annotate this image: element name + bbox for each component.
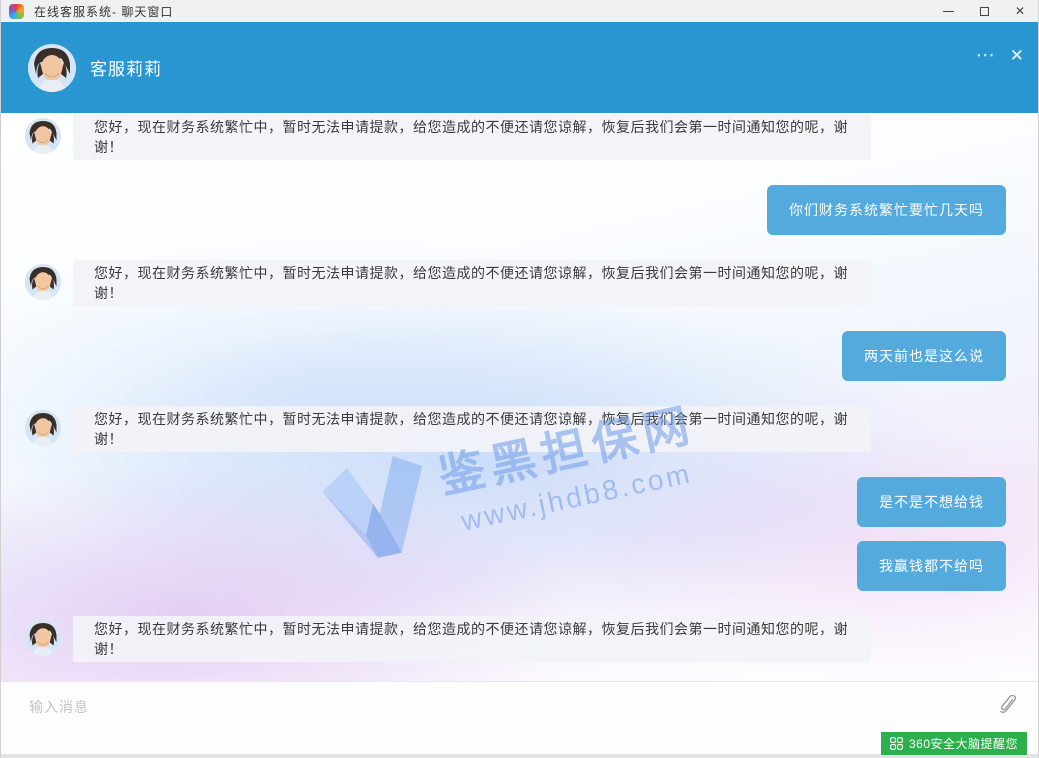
paperclip-icon[interactable] (999, 695, 1016, 720)
user-message-bubble: 两天前也是这么说 (842, 331, 1006, 381)
agent-message-avatar (25, 264, 61, 300)
maximize-icon (980, 7, 989, 16)
chat-header: 客服莉莉 ⋯ ✕ (1, 22, 1038, 113)
close-icon: ✕ (1015, 5, 1025, 17)
header-actions: ⋯ ✕ (976, 46, 1024, 65)
agent-message-avatar (25, 118, 61, 154)
app-pinwheel-icon (9, 4, 24, 19)
user-message-row: 两天前也是这么说 (1, 331, 1038, 381)
agent-message-avatar (25, 620, 61, 656)
close-chat-icon[interactable]: ✕ (1010, 47, 1024, 64)
user-message-row: 我赢钱都不给吗 (1, 541, 1038, 591)
message-input[interactable] (1, 682, 951, 742)
agent-message-avatar (25, 410, 61, 446)
titlebar: 在线客服系统- 聊天窗口 ✕ (1, 0, 1038, 22)
user-message-row: 你们财务系统繁忙要忙几天吗 (1, 185, 1038, 235)
security-toast-label: 360安全大脑提醒您 (909, 735, 1018, 752)
user-message-bubble: 你们财务系统繁忙要忙几天吗 (767, 185, 1006, 235)
agent-message-row: 您好，现在财务系统繁忙中，暂时无法申请提款，给您造成的不便还请您谅解，恢复后我们… (1, 616, 1038, 662)
chat-body[interactable]: 您好，现在财务系统繁忙中，暂时无法申请提款，给您造成的不便还请您谅解，恢复后我们… (1, 113, 1038, 681)
agent-message-row: 您好，现在财务系统繁忙中，暂时无法申请提款，给您造成的不便还请您谅解，恢复后我们… (1, 406, 1038, 452)
agent-message-bubble: 您好，现在财务系统繁忙中，暂时无法申请提款，给您造成的不便还请您谅解，恢复后我们… (73, 406, 871, 452)
close-window-button[interactable]: ✕ (1002, 0, 1038, 22)
agent-name: 客服莉莉 (90, 55, 162, 80)
window-title: 在线客服系统- 聊天窗口 (34, 3, 173, 20)
maximize-button[interactable] (966, 0, 1002, 22)
user-message-bubble: 我赢钱都不给吗 (857, 541, 1006, 591)
user-message-row: 是不是不想给钱 (1, 477, 1038, 527)
agent-message-bubble: 您好，现在财务系统繁忙中，暂时无法申请提款，给您造成的不便还请您谅解，恢复后我们… (73, 616, 871, 662)
agent-avatar (28, 44, 76, 92)
message-list: 您好，现在财务系统繁忙中，暂时无法申请提款，给您造成的不便还请您谅解，恢复后我们… (1, 113, 1038, 662)
minimize-icon (943, 11, 954, 12)
security-toast[interactable]: 360安全大脑提醒您 (881, 732, 1027, 755)
360-grid-icon (890, 737, 903, 750)
agent-message-row: 您好，现在财务系统繁忙中，暂时无法申请提款，给您造成的不便还请您谅解，恢复后我们… (1, 114, 1038, 160)
minimize-button[interactable] (930, 0, 966, 22)
chat-window: 在线客服系统- 聊天窗口 ✕ 客服莉莉 ⋯ ✕ 您好，现在财务 (0, 0, 1039, 758)
agent-message-row: 您好，现在财务系统繁忙中，暂时无法申请提款，给您造成的不便还请您谅解，恢复后我们… (1, 260, 1038, 306)
user-message-bubble: 是不是不想给钱 (857, 477, 1006, 527)
window-controls: ✕ (930, 0, 1038, 22)
agent-message-bubble: 您好，现在财务系统繁忙中，暂时无法申请提款，给您造成的不便还请您谅解，恢复后我们… (73, 260, 871, 306)
more-options-icon[interactable]: ⋯ (976, 46, 996, 65)
agent-message-bubble: 您好，现在财务系统繁忙中，暂时无法申请提款，给您造成的不便还请您谅解，恢复后我们… (73, 114, 871, 160)
